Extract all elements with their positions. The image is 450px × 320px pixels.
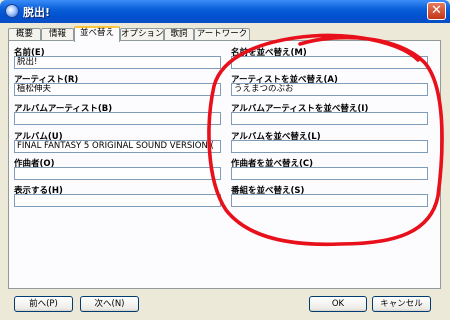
artist-field[interactable]: 植松伸夫 — [14, 83, 221, 96]
sort-name-field[interactable] — [231, 56, 428, 69]
dialog-window: 脱出! ✕ 概要 情報 並べ替え オプション 歌詞 アートワーク 名前(E) 脱… — [0, 0, 450, 320]
prev-button[interactable]: 前へ(P) — [14, 296, 73, 312]
close-icon: ✕ — [431, 3, 442, 18]
tab-sorting[interactable]: 並べ替え — [74, 26, 120, 42]
cancel-button[interactable]: キャンセル — [372, 296, 431, 312]
title-bar[interactable]: 脱出! ✕ — [0, 0, 450, 23]
sort-artist-field[interactable]: うえまつのぶお — [231, 83, 428, 96]
ok-button[interactable]: OK — [309, 296, 367, 312]
close-button[interactable]: ✕ — [427, 2, 446, 20]
app-icon — [5, 4, 19, 18]
name-field[interactable]: 脱出! — [14, 56, 221, 69]
album-artist-field[interactable] — [14, 112, 221, 125]
show-field[interactable] — [14, 194, 221, 207]
sort-composer-field[interactable] — [231, 167, 428, 180]
window-title: 脱出! — [23, 6, 51, 19]
album-field[interactable]: FINAL FANTASY 5 ORIGINAL SOUND VERSION ( — [14, 140, 221, 153]
sort-album-field[interactable] — [231, 140, 428, 153]
next-button[interactable]: 次へ(N) — [80, 296, 139, 312]
composer-field[interactable] — [14, 167, 221, 180]
sort-album-artist-field[interactable] — [231, 112, 428, 125]
sort-show-field[interactable] — [231, 194, 428, 207]
